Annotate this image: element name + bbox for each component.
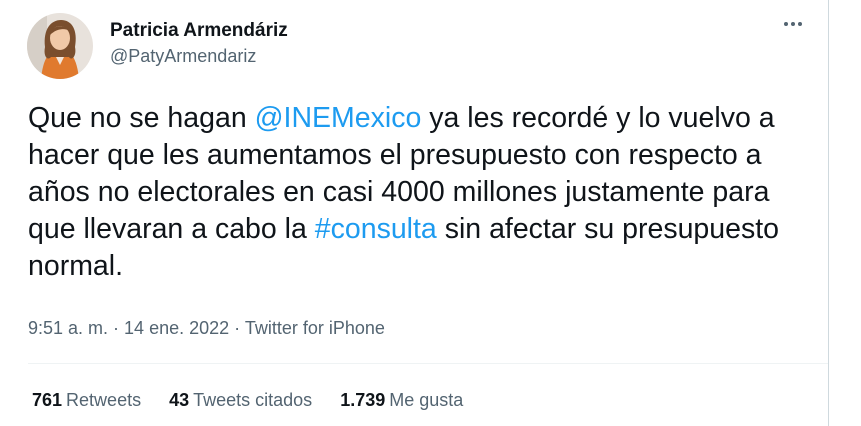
user-handle[interactable]: @PatyArmendariz [110, 45, 288, 67]
likes-count: 1.739 [340, 390, 386, 410]
meta-separator: · [229, 318, 245, 338]
divider [28, 363, 828, 364]
mention-link[interactable]: @INEMexico [255, 102, 422, 134]
more-horizontal-icon [784, 22, 788, 26]
tweet-stats: 761 Retweets 43 Tweets citados 1.739 Me gus… [32, 388, 491, 412]
retweets-count: 761 [32, 390, 63, 410]
user-names: Patricia Armendáriz @PatyArmendariz [110, 19, 288, 67]
more-options-button[interactable] [780, 18, 806, 30]
retweets-label: Retweets [66, 390, 142, 410]
hashtag-link[interactable]: #consulta [315, 213, 437, 245]
quotes-label: Tweets citados [193, 390, 313, 410]
tweet-header: Patricia Armendáriz @PatyArmendariz [27, 13, 288, 79]
tweet-date[interactable]: 14 ene. 2022 [124, 318, 229, 338]
tweet-source[interactable]: Twitter for iPhone [245, 318, 385, 338]
quotes-count: 43 [169, 390, 190, 410]
tweet-text: Que no se hagan @INEMexico ya les record… [28, 100, 808, 285]
display-name[interactable]: Patricia Armendáriz [110, 19, 288, 42]
likes-stat[interactable]: 1.739 Me gusta [340, 388, 463, 412]
more-horizontal-icon [798, 22, 802, 26]
likes-label: Me gusta [389, 390, 464, 410]
avatar[interactable] [27, 13, 93, 79]
tweet-card: Patricia Armendáriz @PatyArmendariz Que … [0, 0, 829, 426]
tweet-meta: 9:51 a. m. · 14 ene. 2022 · Twitter for … [28, 316, 385, 340]
meta-separator: · [108, 318, 125, 338]
tweet-time[interactable]: 9:51 a. m. [28, 318, 108, 338]
retweets-stat[interactable]: 761 Retweets [32, 388, 141, 412]
avatar-image [27, 13, 93, 79]
more-horizontal-icon [791, 22, 795, 26]
quotes-stat[interactable]: 43 Tweets citados [169, 388, 312, 412]
tweet-text-segment: Que no se hagan [28, 102, 255, 134]
